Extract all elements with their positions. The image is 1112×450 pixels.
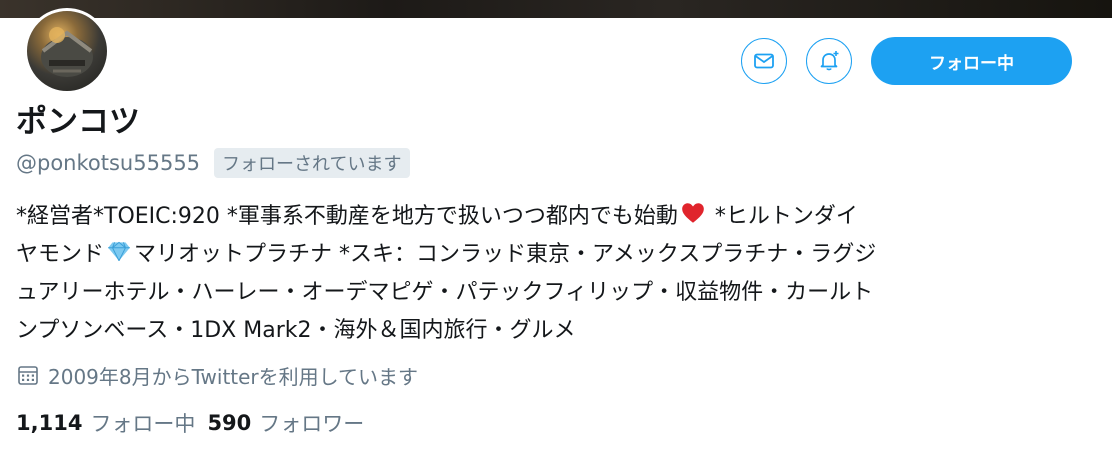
bio-text: *ヒルトンダイ	[707, 204, 858, 229]
followers-count[interactable]: 590	[207, 411, 251, 435]
following-button[interactable]: フォロー中	[871, 37, 1072, 85]
bio-line: ヤモンド マリオットプラチナ *スキ：コンラッド東京・アメックスプラチナ・ラグジ	[16, 236, 1086, 274]
follows-you-badge: フォローされています	[214, 148, 410, 178]
join-date: 2009年8月からTwitterを利用しています	[16, 360, 418, 390]
join-date-text: 2009年8月からTwitterを利用しています	[48, 364, 419, 389]
avatar[interactable]	[24, 8, 110, 94]
profile-banner	[0, 0, 1112, 18]
following-count[interactable]: 1,114	[16, 411, 82, 435]
mail-icon	[754, 53, 774, 69]
red-heart-emoji	[682, 203, 704, 223]
notifications-button[interactable]	[806, 38, 852, 84]
display-name: ポンコツ	[16, 104, 140, 140]
bio-line: *経営者*TOEIC:920 *軍事系不動産を地方で扱いつつ都内でも始動 *ヒル…	[16, 198, 1086, 236]
message-button[interactable]	[741, 38, 787, 84]
gem-emoji	[108, 241, 130, 261]
followers-label[interactable]: フォロワー	[259, 408, 364, 438]
avatar-image	[41, 27, 93, 77]
profile-bio: *経営者*TOEIC:920 *軍事系不動産を地方で扱いつつ都内でも始動 *ヒル…	[16, 198, 1086, 350]
handle-row: @ponkotsu55555 フォローされています	[16, 146, 410, 180]
bio-line: ンプソンベース・1DX Mark2・海外＆国内旅行・グルメ	[16, 318, 576, 343]
notification-bell-plus-icon	[820, 51, 839, 71]
bio-line: ュアリーホテル・ハーレー・オーデマピゲ・パテックフィリップ・収益物件・カールト	[16, 280, 874, 305]
username-handle: @ponkotsu55555	[16, 151, 201, 175]
follow-stats: 1,114 フォロー中 590 フォロワー	[16, 408, 376, 438]
calendar-icon	[18, 366, 38, 385]
bio-text: マリオットプラチナ *スキ：コンラッド東京・アメックスプラチナ・ラグジ	[134, 242, 877, 267]
bio-text: ヤモンド	[16, 242, 105, 267]
bio-text: *経営者*TOEIC:920 *軍事系不動産を地方で扱いつつ都内でも始動	[16, 204, 678, 229]
following-label[interactable]: フォロー中	[90, 408, 195, 438]
